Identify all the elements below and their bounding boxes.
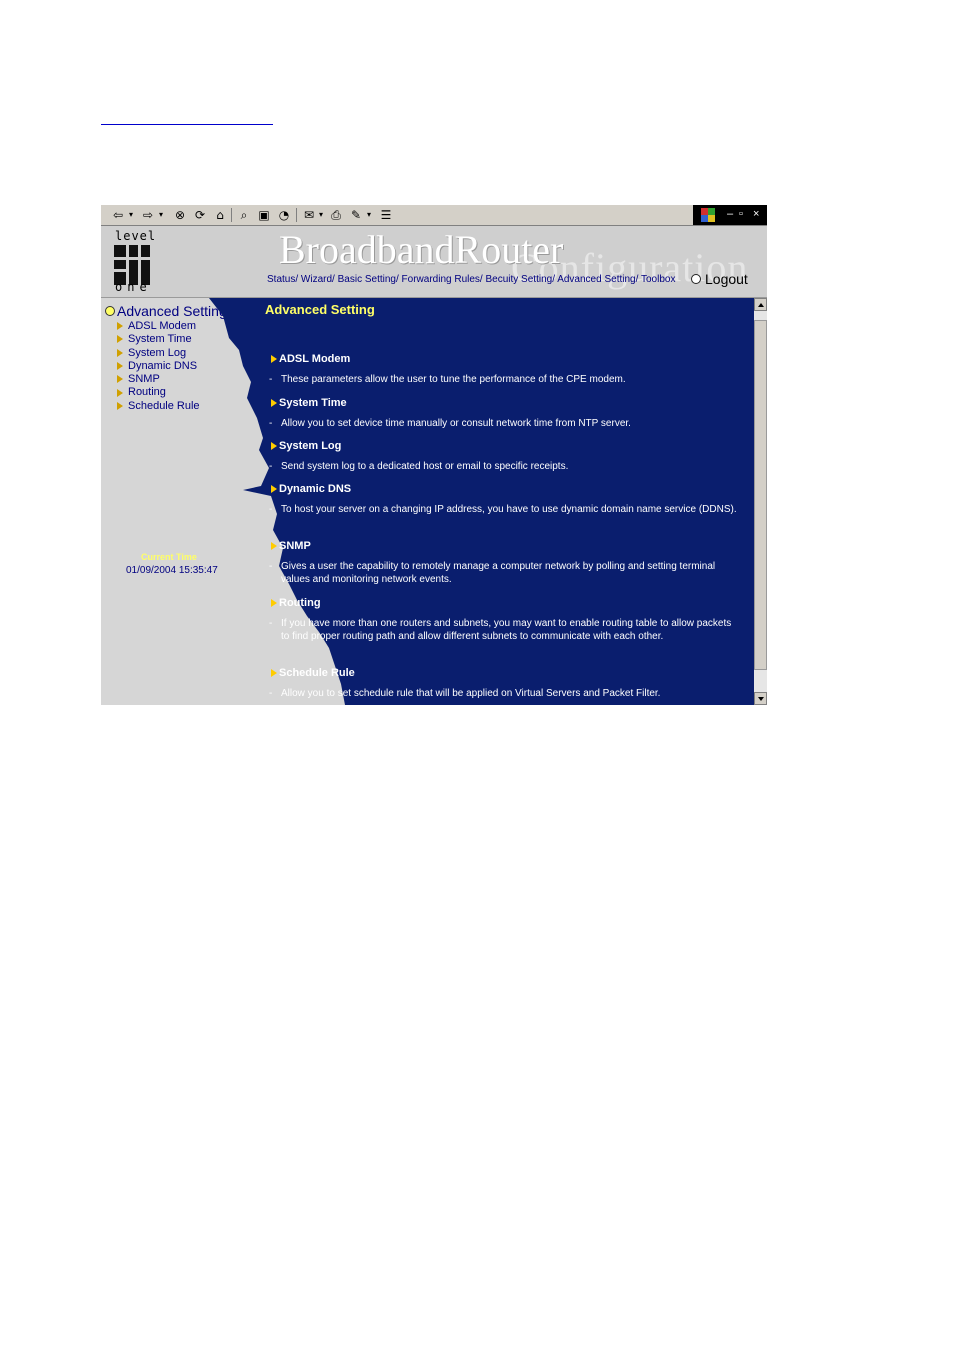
section-heading-label: Routing: [279, 597, 321, 609]
brand-title: BroadbandRouter: [279, 227, 564, 272]
toolbar-separator: [231, 208, 232, 222]
browser-window: ⇦ ▾ ⇨ ▾ ⊗ ⟳ ⌂ ⌕ ▣ ◔ ✉ ▾ ⎙ ✎ ▾ ☰ – ▫ × le…: [101, 205, 767, 705]
arrow-right-icon: [271, 542, 277, 551]
home-icon[interactable]: ⌂: [213, 207, 227, 223]
history-icon[interactable]: ◔: [277, 207, 291, 223]
nav-wizard[interactable]: Wizard/: [301, 274, 335, 285]
logout-label: Logout: [705, 270, 748, 287]
section-system-time: System Time - Allow you to set device tim…: [269, 397, 741, 430]
arrow-right-icon: [271, 485, 277, 494]
section-schedule-rule: Schedule Rule - Allow you to set schedule…: [269, 667, 741, 700]
forward-icon[interactable]: ⇨: [141, 207, 155, 223]
section-description-text: Allow you to set device time manually or…: [281, 418, 631, 429]
search-icon[interactable]: ⌕: [237, 207, 251, 223]
section-heading[interactable]: System Time: [271, 397, 741, 409]
section-description-text: Allow you to set schedule rule that will…: [281, 688, 661, 699]
window-controls: – ▫ ×: [693, 205, 767, 225]
browser-toolbar: ⇦ ▾ ⇨ ▾ ⊗ ⟳ ⌂ ⌕ ▣ ◔ ✉ ▾ ⎙ ✎ ▾ ☰ – ▫ ×: [101, 205, 767, 226]
arrow-up-icon: [758, 303, 764, 307]
scrollbar-thumb[interactable]: [754, 320, 767, 670]
levelone-logo-icon: [114, 245, 150, 285]
edit-icon[interactable]: ✎: [349, 207, 363, 223]
section-description: - To host your server on a changing IP ad…: [269, 504, 737, 515]
section-description-text: If you have more than one routers and su…: [281, 618, 732, 642]
section-description: - Send system log to a dedicated host or …: [269, 461, 569, 472]
minimize-button[interactable]: –: [727, 207, 733, 221]
section-description-text: Send system log to a dedicated host or e…: [281, 461, 569, 472]
mail-icon[interactable]: ✉: [302, 207, 316, 223]
back-dropdown-icon[interactable]: ▾: [127, 207, 135, 223]
nav-security-setting[interactable]: Becuity Setting/: [485, 274, 554, 285]
section-description: - If you have more than one routers and s…: [269, 618, 732, 642]
section-heading[interactable]: Schedule Rule: [271, 667, 741, 679]
print-icon[interactable]: ⎙: [329, 207, 343, 223]
section-description: - Allow you to set schedule rule that wil…: [269, 688, 661, 699]
content-title: Advanced Setting: [265, 302, 375, 317]
scroll-down-button[interactable]: [754, 692, 767, 705]
nav-status[interactable]: Status/: [267, 274, 298, 285]
router-header: level one Configuration BroadbandRouter …: [101, 226, 767, 298]
section-description-text: To host your server on a changing IP add…: [281, 504, 737, 515]
stop-icon[interactable]: ⊗: [173, 207, 187, 223]
section-heading-label: System Time: [279, 397, 347, 409]
nav-toolbox[interactable]: Toolbox: [641, 274, 675, 285]
radio-circle-icon: [691, 273, 701, 284]
section-snmp: SNMP - Gives a user the capability to rem…: [269, 540, 741, 586]
windows-logo-icon: [701, 208, 715, 222]
arrow-right-icon: [271, 442, 277, 451]
refresh-icon[interactable]: ⟳: [193, 207, 207, 223]
section-heading[interactable]: System Log: [271, 440, 741, 452]
back-icon[interactable]: ⇦: [111, 207, 125, 223]
favorites-icon[interactable]: ▣: [257, 207, 271, 223]
main-content: Advanced Setting ADSL Modem - These param…: [265, 298, 755, 705]
arrow-right-icon: [271, 355, 277, 364]
arrow-right-icon: [271, 669, 277, 678]
section-heading-label: Schedule Rule: [279, 667, 355, 679]
mail-dropdown-icon[interactable]: ▾: [317, 207, 325, 223]
section-heading[interactable]: ADSL Modem: [271, 353, 741, 365]
forward-dropdown-icon[interactable]: ▾: [157, 207, 165, 223]
section-description-text: These parameters allow the user to tune …: [281, 374, 626, 385]
section-routing: Routing - If you have more than one route…: [269, 597, 741, 643]
section-heading-label: ADSL Modem: [279, 353, 351, 365]
section-description: - These parameters allow the user to tune…: [269, 374, 626, 385]
discuss-icon[interactable]: ☰: [379, 207, 393, 223]
close-button[interactable]: ×: [753, 207, 759, 221]
nav-basic-setting[interactable]: Basic Setting/: [338, 274, 399, 285]
restore-button[interactable]: ▫: [739, 207, 743, 221]
arrow-right-icon: [271, 399, 277, 408]
scroll-up-button[interactable]: [754, 298, 767, 311]
section-heading-label: SNMP: [279, 540, 311, 552]
edit-dropdown-icon[interactable]: ▾: [365, 207, 373, 223]
toolbar-separator: [296, 208, 297, 222]
vertical-scrollbar[interactable]: [754, 298, 767, 705]
section-system-log: System Log - Send system log to a dedicat…: [269, 440, 741, 473]
nav-advanced-setting[interactable]: Advanced Setting/: [557, 274, 638, 285]
top-link-underline[interactable]: [101, 124, 273, 125]
logout-link[interactable]: Logout: [691, 270, 748, 288]
section-description: - Gives a user the capability to remotely…: [269, 561, 716, 585]
section-heading[interactable]: Routing: [271, 597, 741, 609]
section-heading-label: System Log: [279, 440, 342, 452]
section-description: - Allow you to set device time manually o…: [269, 418, 631, 429]
section-dynamic-dns: Dynamic DNS - To host your server on a ch…: [269, 483, 741, 516]
nav-forwarding-rules[interactable]: Forwarding Rules/: [402, 274, 483, 285]
section-heading[interactable]: SNMP: [271, 540, 741, 552]
logo-text-one: one: [115, 280, 152, 294]
section-heading[interactable]: Dynamic DNS: [271, 483, 741, 495]
arrow-right-icon: [271, 599, 277, 608]
section-heading-label: Dynamic DNS: [279, 483, 352, 495]
top-navigation: Status/ Wizard/ Basic Setting/ Forwardin…: [267, 274, 675, 285]
section-description-text: Gives a user the capability to remotely …: [281, 561, 716, 585]
arrow-down-icon: [758, 697, 764, 701]
section-adsl-modem: ADSL Modem - These parameters allow the u…: [269, 353, 741, 386]
logo-text-level: level: [115, 229, 157, 243]
